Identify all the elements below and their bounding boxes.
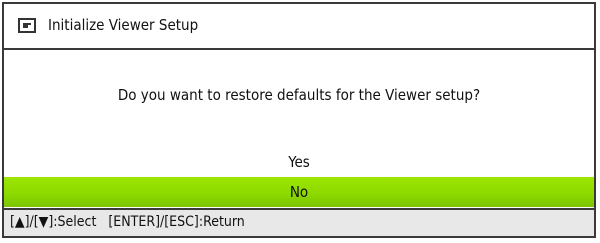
return-hint: [ENTER]/[ESC]:Return [108,214,245,230]
key-hint-bar: [▲]/[▼]:Select [ENTER]/[ESC]:Return [4,208,594,236]
initialize-viewer-dialog: Initialize Viewer Setup Do you want to r… [2,2,596,238]
select-hint: [▲]/[▼]:Select [10,214,97,230]
screen: Initialize Viewer Setup Do you want to r… [0,0,600,243]
viewer-icon-detail [28,25,31,28]
option-list: Yes No [4,147,594,207]
viewer-icon [18,18,36,33]
no-option-selected[interactable]: No [4,177,594,207]
dialog-titlebar: Initialize Viewer Setup [4,4,594,50]
dialog-title: Initialize Viewer Setup [48,16,199,34]
dialog-message: Do you want to restore defaults for the … [117,86,481,104]
yes-option[interactable]: Yes [4,147,594,177]
